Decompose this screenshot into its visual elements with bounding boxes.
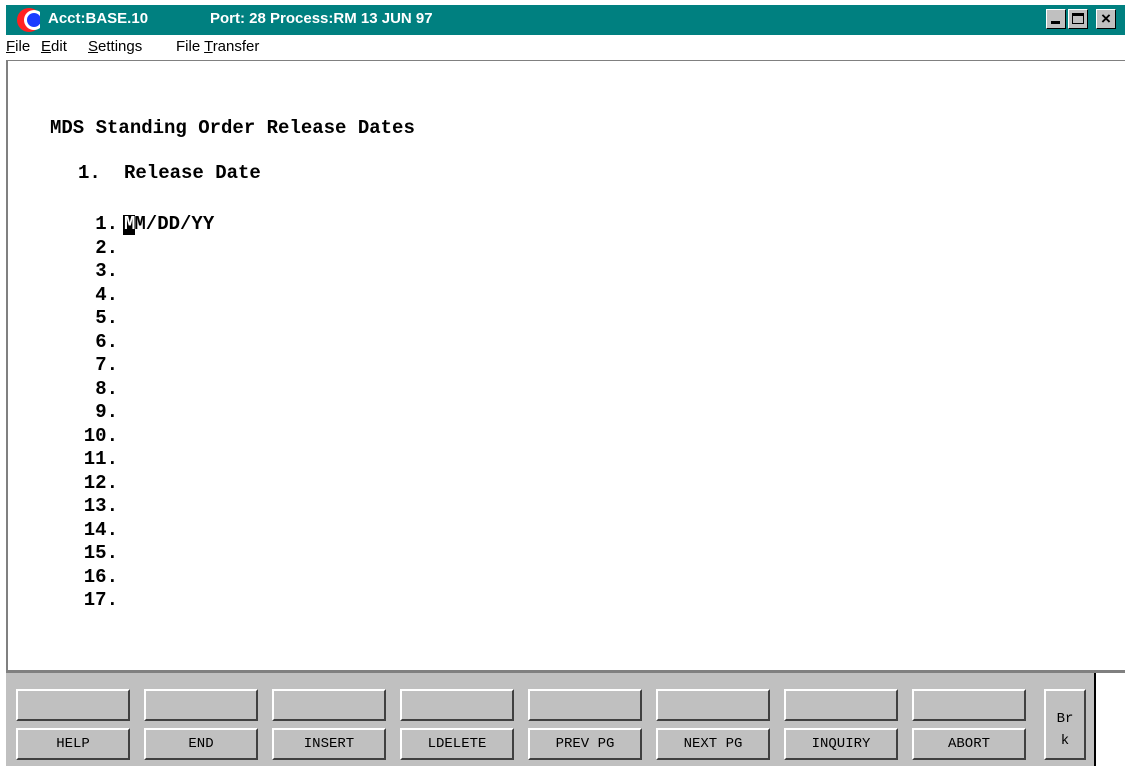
- menu-bar: File Edit Settings File Transfer: [6, 35, 1125, 59]
- fkey-top-6[interactable]: [656, 689, 770, 721]
- line-number: 8.: [95, 377, 118, 400]
- menu-edit-accel: E: [41, 38, 52, 55]
- insert-button[interactable]: INSERT: [272, 728, 386, 760]
- screen-title: MDS Standing Order Release Dates: [50, 117, 415, 139]
- break-label-line2: k: [1060, 733, 1070, 749]
- next-page-button[interactable]: NEXT PG: [656, 728, 770, 760]
- line-number: 5.: [95, 307, 118, 329]
- line-number: 16.: [83, 565, 118, 588]
- fkey-top-2[interactable]: [144, 689, 258, 721]
- line-number: 12.: [83, 471, 118, 494]
- menu-file-transfer[interactable]: File Transfer: [176, 38, 259, 55]
- menu-settings-label: ettings: [98, 38, 143, 55]
- line-number: 13.: [83, 495, 118, 517]
- break-button[interactable]: Br k: [1044, 689, 1086, 760]
- fkey-top-1[interactable]: [16, 689, 130, 721]
- inquiry-button[interactable]: INQUIRY: [784, 728, 898, 760]
- function-key-bar: HELP END INSERT LDELETE PREV PG NEXT PG …: [6, 670, 1125, 766]
- line-number: 9.: [95, 401, 118, 423]
- fkey-top-5[interactable]: [528, 689, 642, 721]
- line-number: 7.: [95, 354, 118, 376]
- menu-transfer-prefix: File: [176, 38, 205, 55]
- release-date-input[interactable]: M/DD/YY: [123, 213, 214, 235]
- close-icon: ×: [1101, 9, 1111, 28]
- menu-edit[interactable]: Edit: [41, 38, 67, 55]
- menu-file[interactable]: File: [6, 38, 30, 55]
- menu-transfer-accel: T: [204, 38, 213, 55]
- menu-transfer-label: ransfer: [212, 38, 260, 55]
- break-label-line1: Br: [1056, 711, 1074, 727]
- line-number: 15.: [83, 542, 118, 564]
- fkey-top-3[interactable]: [272, 689, 386, 721]
- menu-file-accel: F: [6, 38, 16, 55]
- fkey-top-4[interactable]: [400, 689, 514, 721]
- line-number-list: 1. 2. 3. 4. 5. 6. 7. 8. 9. 10. 11. 12. 1…: [58, 213, 118, 613]
- line-number: 11.: [83, 448, 118, 470]
- end-button[interactable]: END: [144, 728, 258, 760]
- field-number-header: 1.: [78, 162, 101, 184]
- function-bar-edge: [1096, 673, 1125, 766]
- app-crescent-icon[interactable]: [14, 7, 40, 33]
- menu-settings-accel: S: [88, 38, 99, 55]
- help-button[interactable]: HELP: [16, 728, 130, 760]
- maximize-button[interactable]: [1068, 9, 1088, 29]
- menu-settings[interactable]: Settings: [88, 38, 142, 55]
- field-label-header: Release Date: [124, 162, 261, 184]
- abort-button[interactable]: ABORT: [912, 728, 1026, 760]
- minimize-button[interactable]: [1046, 9, 1066, 29]
- close-button[interactable]: ×: [1096, 9, 1116, 29]
- minimize-icon: [1051, 21, 1060, 24]
- cursor-char: M: [124, 213, 136, 235]
- menu-edit-label: dit: [51, 38, 67, 55]
- maximize-icon: [1072, 13, 1084, 24]
- terminal-window: Acct:BASE.10 Port: 28 Process:RM 13 JUN …: [0, 0, 1125, 766]
- window-title-account: Acct:BASE.10: [48, 10, 149, 27]
- prev-page-button[interactable]: PREV PG: [528, 728, 642, 760]
- line-number: 14.: [83, 518, 118, 541]
- line-number: 10.: [83, 424, 118, 447]
- menu-file-label: ile: [15, 38, 31, 55]
- fkey-top-8[interactable]: [912, 689, 1026, 721]
- line-number: 1.: [95, 213, 118, 235]
- menu-divider: [6, 60, 1125, 61]
- title-bar[interactable]: Acct:BASE.10 Port: 28 Process:RM 13 JUN …: [6, 5, 1125, 35]
- ldelete-button[interactable]: LDELETE: [400, 728, 514, 760]
- fkey-top-7[interactable]: [784, 689, 898, 721]
- line-number: 2.: [95, 236, 118, 259]
- screen-left-border: [6, 61, 8, 671]
- line-number: 17.: [83, 589, 118, 611]
- window-title-port: Port: 28 Process:RM 13 JUN 97: [210, 10, 433, 27]
- line-number: 3.: [95, 260, 118, 282]
- line-number: 6.: [95, 330, 118, 353]
- line-number: 4.: [95, 283, 118, 306]
